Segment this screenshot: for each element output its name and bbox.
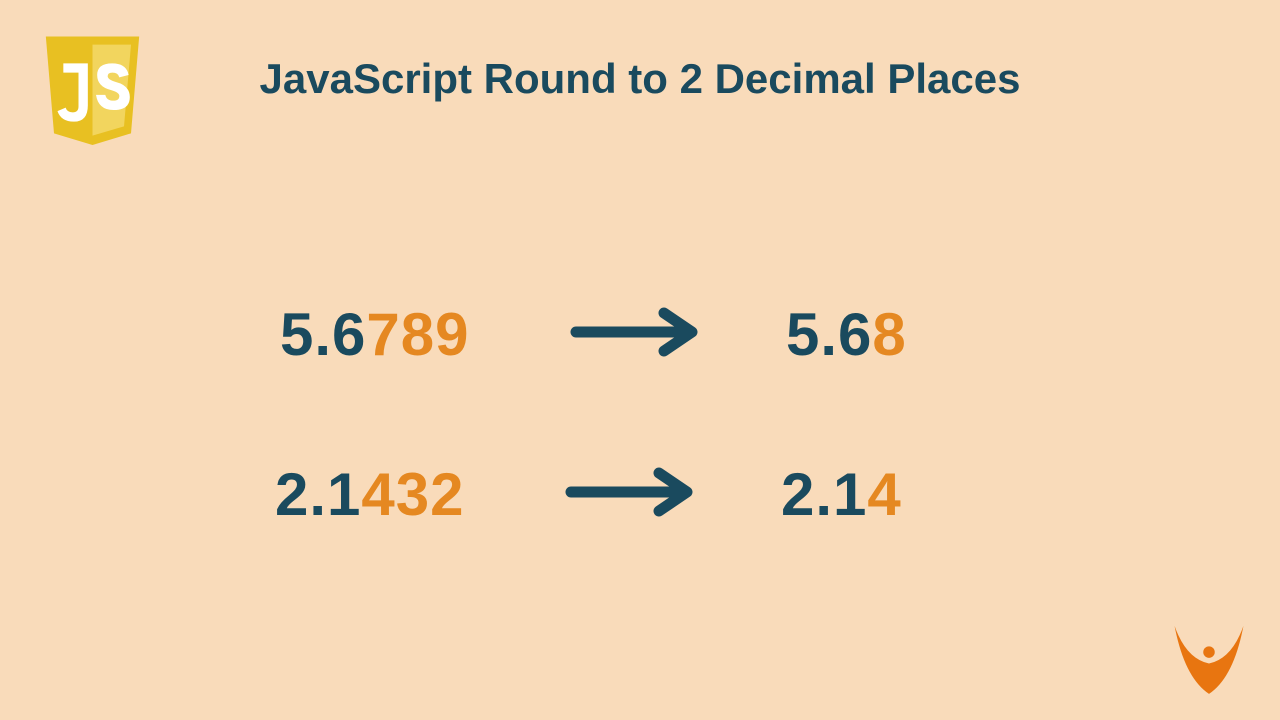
arrow-right-icon bbox=[570, 307, 700, 362]
example-row: 5.6789 5.68 bbox=[280, 300, 907, 369]
number-prefix: 5.6 bbox=[786, 301, 872, 368]
input-number: 5.6789 bbox=[280, 300, 510, 369]
input-number: 2.1432 bbox=[275, 460, 505, 529]
output-number: 2.14 bbox=[755, 460, 902, 529]
number-highlighted: 432 bbox=[361, 461, 464, 528]
number-prefix: 2.1 bbox=[275, 461, 361, 528]
number-highlighted: 789 bbox=[366, 301, 469, 368]
person-raised-arms-icon bbox=[1168, 616, 1250, 698]
arrow-right-icon bbox=[565, 467, 695, 522]
page-title: JavaScript Round to 2 Decimal Places bbox=[260, 55, 1021, 103]
number-prefix: 5.6 bbox=[280, 301, 366, 368]
example-row: 2.1432 2.14 bbox=[275, 460, 902, 529]
number-prefix: 2.1 bbox=[781, 461, 867, 528]
number-highlighted: 8 bbox=[872, 301, 906, 368]
number-highlighted: 4 bbox=[867, 461, 901, 528]
js-shield-icon bbox=[40, 30, 145, 148]
output-number: 5.68 bbox=[760, 300, 907, 369]
